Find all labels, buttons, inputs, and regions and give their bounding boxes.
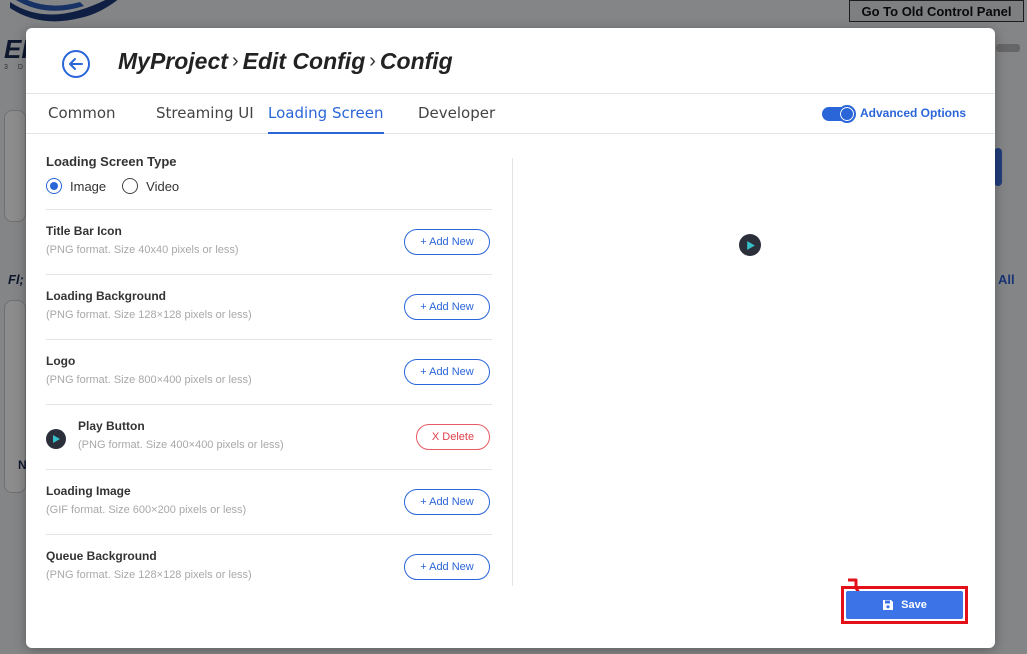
asset-hint: (PNG format. Size 800×400 pixels or less… [46, 374, 252, 386]
asset-title: Logo [46, 354, 76, 368]
tab-developer[interactable]: Developer [418, 104, 495, 134]
tab-streaming-ui[interactable]: Streaming UI [156, 104, 254, 134]
toggle-knob [838, 105, 856, 123]
breadcrumb-item[interactable]: MyProject [118, 48, 228, 75]
loading-screen-type-section: Loading Screen Type Image Video [46, 154, 492, 210]
delete-button[interactable]: X Delete [416, 424, 490, 450]
asset-title: Title Bar Icon [46, 224, 122, 238]
add-new-button[interactable]: + Add New [404, 229, 490, 255]
asset-title: Queue Background [46, 549, 157, 563]
advanced-options-label: Advanced Options [860, 106, 967, 120]
advanced-options-toggle[interactable] [822, 105, 856, 123]
breadcrumb-item[interactable]: Edit Config [243, 48, 366, 75]
arrow-left-icon [69, 58, 83, 70]
breadcrumb-separator: › [369, 50, 376, 72]
floppy-disk-icon [883, 600, 894, 610]
play-icon [746, 240, 755, 250]
asset-row-play-button: Play Button (PNG format. Size 400×400 pi… [46, 405, 492, 470]
loading-screen-preview [739, 234, 761, 256]
asset-row-logo: Logo (PNG format. Size 800×400 pixels or… [46, 340, 492, 405]
save-button-label: Save [901, 599, 927, 611]
asset-hint: (PNG format. Size 128×128 pixels or less… [46, 569, 252, 581]
radio-video[interactable] [122, 178, 139, 194]
loading-screen-type-options: Image Video [46, 178, 195, 194]
asset-hint: (PNG format. Size 400×400 pixels or less… [78, 439, 284, 451]
edit-config-modal: MyProject › Edit Config › Config Common … [26, 28, 995, 648]
play-icon [53, 435, 60, 443]
tab-bar: Common Streaming UI Loading Screen Devel… [26, 94, 995, 134]
radio-image[interactable] [46, 178, 62, 194]
add-new-button[interactable]: + Add New [404, 489, 490, 515]
radio-selected-dot [50, 182, 58, 190]
asset-row-title-bar-icon: Title Bar Icon (PNG format. Size 40x40 p… [46, 210, 492, 275]
back-button[interactable] [62, 50, 90, 78]
asset-title: Play Button [78, 419, 145, 433]
tab-loading-screen[interactable]: Loading Screen [268, 104, 384, 134]
add-new-button[interactable]: + Add New [404, 554, 490, 580]
asset-title: Loading Image [46, 484, 131, 498]
asset-title: Loading Background [46, 289, 166, 303]
breadcrumb-item-current: Config [379, 48, 453, 74]
add-new-button[interactable]: + Add New [404, 294, 490, 320]
loading-screen-settings: Loading Screen Type Image Video Title Ba… [46, 152, 492, 612]
loading-screen-type-title: Loading Screen Type [46, 154, 177, 169]
asset-hint: (PNG format. Size 40x40 pixels or less) [46, 244, 239, 256]
asset-row-loading-image: Loading Image (GIF format. Size 600×200 … [46, 470, 492, 535]
play-button-thumbnail [46, 429, 66, 449]
asset-row-queue-background: Queue Background (PNG format. Size 128×1… [46, 535, 492, 600]
breadcrumb: MyProject › Edit Config › Config [118, 48, 453, 75]
breadcrumb-separator: › [231, 50, 239, 72]
asset-row-loading-background: Loading Background (PNG format. Size 128… [46, 275, 492, 340]
modal-header: MyProject › Edit Config › Config [26, 28, 995, 94]
radio-video-label[interactable]: Video [146, 179, 179, 194]
column-divider [512, 158, 513, 586]
asset-hint: (PNG format. Size 128×128 pixels or less… [46, 309, 252, 321]
add-new-button[interactable]: + Add New [404, 359, 490, 385]
radio-image-label[interactable]: Image [70, 179, 106, 194]
asset-hint: (GIF format. Size 600×200 pixels or less… [46, 504, 247, 516]
save-button[interactable]: Save [846, 591, 963, 619]
tab-common[interactable]: Common [48, 104, 116, 134]
